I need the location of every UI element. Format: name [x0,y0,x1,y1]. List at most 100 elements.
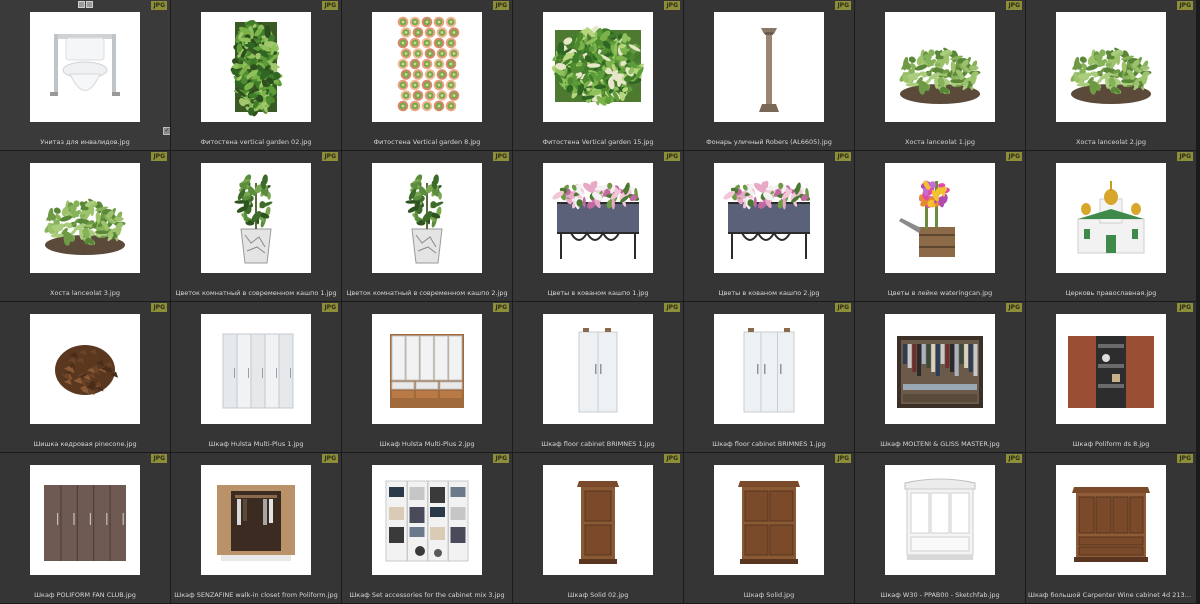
file-name-label: Хоста lanceolat 2.jpg [1076,138,1146,146]
thumbnail-cell[interactable]: JPG Шкаф Solid 02.jpg [513,453,683,603]
thumbnail-image[interactable] [543,163,653,273]
file-type-badge: JPG [151,152,167,161]
file-type-badge: JPG [664,152,680,161]
file-type-badge: JPG [151,303,167,312]
thumbnail-cell[interactable]: JPG Шкаф Hulsta Multi-Plus 1.jpg [171,302,341,452]
thumbnail-image[interactable] [372,163,482,273]
thumbnail-image[interactable] [885,12,995,122]
file-name-label: Цветы в лейке wateringcan.jpg [887,289,993,297]
street-lamp-icon [759,28,779,112]
thumbnail-cell[interactable]: JPG Хоста lanceolat 1.jpg [855,0,1025,150]
thumbnail-image[interactable] [885,314,995,424]
file-name-label: Шкаф floor cabinet BRIMNES 1.jpg [712,440,826,448]
thumbnail-cell[interactable]: JPG Цветок комнатный в современном кашпо… [171,151,341,301]
file-name-label: Цветы в кованом кашпо 2.jpg [718,289,820,297]
thumbnail-image[interactable] [714,465,824,575]
thumbnail-image[interactable] [714,314,824,424]
file-type-badge: JPG [1006,1,1022,10]
file-type-badge: JPG [1177,303,1193,312]
file-type-badge: JPG [493,152,509,161]
thumbnail-cell[interactable]: JPG Шкаф большой Carpenter Wine cabinet … [1026,453,1196,603]
file-name-label: Унитаз для инвалидов.jpg [40,138,130,146]
file-name-label: Шкаф Set accessories for the cabinet mix… [349,591,505,599]
thumbnail-cell[interactable]: JPG Шкаф floor cabinet BRIMNES 1.jpg [513,302,683,452]
thumbnail-cell[interactable]: JPG Цветы в кованом кашпо 2.jpg [684,151,854,301]
thumbnail-cell[interactable]: JPG Шкаф W30 - PPAB00 - Sketchfab.jpg [855,453,1025,603]
thumbnail-cell[interactable]: JPG Церковь православная.jpg [1026,151,1196,301]
thumbnail-image[interactable] [201,163,311,273]
file-name-label: Цветок комнатный в современном кашпо 1.j… [175,289,337,297]
thumbnail-image[interactable] [1056,12,1166,122]
file-type-badge: JPG [493,454,509,463]
hosta-plant-icon [1070,47,1152,104]
double-wood-cabinet-icon [738,481,800,564]
flower-planter-icon [552,180,640,259]
thumbnail-cell[interactable]: JPG Шкаф SENZAFINE walk-in closet from P… [171,453,341,603]
thumbnail-image[interactable] [714,12,824,122]
thumbnail-cell[interactable]: JPG Унитаз для инвалидов.jpg ✓ [0,0,170,150]
thumbnail-cell[interactable]: JPG Шкаф Solid.jpg [684,453,854,603]
thumbnail-image[interactable] [30,163,140,273]
thumbnail-cell[interactable]: JPG Шкаф floor cabinet BRIMNES 1.jpg [684,302,854,452]
thumbnail-cell[interactable]: JPG Цветы в лейке wateringcan.jpg [855,151,1025,301]
thumbnail-cell[interactable]: JPG Фонарь уличный Robers (AL6605).jpg [684,0,854,150]
thumbnail-cell[interactable]: JPG Шишка кедровая pinecone.jpg [0,302,170,452]
thumbnail-image[interactable] [201,465,311,575]
thumbnail-image[interactable] [543,12,653,122]
thumbnail-image[interactable] [885,163,995,273]
file-name-label: Фитостена vertical garden 02.jpg [200,138,312,146]
thumbnail-image[interactable] [372,12,482,122]
thumbnail-image[interactable] [201,12,311,122]
file-name-label: Фитостена Vertical garden 15.jpg [542,138,654,146]
thumbnail-image[interactable] [30,465,140,575]
file-type-badge: JPG [151,454,167,463]
thumbnail-image[interactable] [1056,314,1166,424]
file-type-badge: JPG [1006,303,1022,312]
thumbnail-cell[interactable]: JPG Фитостена Vertical garden 8.jpg [342,0,512,150]
file-name-label: Шкаф floor cabinet BRIMNES 1.jpg [541,440,655,448]
church-icon [1077,181,1145,254]
thumbnail-image[interactable] [372,314,482,424]
thumbnail-image[interactable] [30,12,140,122]
square-select-icon[interactable] [78,1,85,8]
file-type-badge: JPG [835,152,851,161]
toilet-grab-bar-icon [50,34,120,96]
thumbnail-image[interactable] [372,465,482,575]
thumbnail-cell[interactable]: JPG Цветы в кованом кашпо 1.jpg [513,151,683,301]
file-type-badge: JPG [664,454,680,463]
file-type-badge: JPG [493,303,509,312]
thumbnail-image[interactable] [1056,465,1166,575]
file-name-label: Хоста lanceolat 3.jpg [50,289,120,297]
file-type-badge: JPG [835,1,851,10]
thumbnail-image[interactable] [543,465,653,575]
thumbnail-image[interactable] [714,163,824,273]
file-name-label: Шкаф SENZAFINE walk-in closet from Polif… [174,591,338,599]
green-wall-icon [551,25,644,106]
thumbnail-image[interactable] [885,465,995,575]
thumbnail-image[interactable] [201,314,311,424]
thumbnail-cell[interactable]: JPG Фитостена vertical garden 02.jpg [171,0,341,150]
file-name-label: Хоста lanceolat 1.jpg [905,138,975,146]
file-type-badge: JPG [151,1,167,10]
thumbnail-cell[interactable]: JPG Шкаф Hulsta Multi-Plus 2.jpg [342,302,512,452]
lasso-select-icon[interactable] [86,1,93,8]
file-name-label: Фонарь уличный Robers (AL6605).jpg [706,138,832,146]
file-name-label: Шкаф W30 - PPAB00 - Sketchfab.jpg [880,591,1000,599]
file-name-label: Цветок комнатный в современном кашпо 2.j… [346,289,508,297]
thumbnail-cell[interactable]: JPG Хоста lanceolat 2.jpg [1026,0,1196,150]
thumbnail-cell[interactable]: JPG Цветок комнатный в современном кашпо… [342,151,512,301]
file-type-badge: JPG [322,303,338,312]
watering-can-flowers-icon [899,180,955,257]
file-type-badge: JPG [1006,152,1022,161]
thumbnail-image[interactable] [543,314,653,424]
check-mark-icon[interactable]: ✓ [163,127,170,135]
single-wood-cabinet-icon [577,481,619,564]
thumbnail-cell[interactable]: JPG Хоста lanceolat 3.jpg [0,151,170,301]
thumbnail-image[interactable] [1056,163,1166,273]
thumbnail-cell[interactable]: JPG Фитостена Vertical garden 15.jpg [513,0,683,150]
thumbnail-cell[interactable]: JPG Шкаф Poliform ds 8.jpg [1026,302,1196,452]
thumbnail-image[interactable] [30,314,140,424]
thumbnail-cell[interactable]: JPG Шкаф MOLTENI & GLISS MASTER.jpg [855,302,1025,452]
thumbnail-cell[interactable]: JPG Шкаф POLIFORM FAN CLUB.jpg [0,453,170,603]
thumbnail-cell[interactable]: JPG Шкаф Set accessories for the cabinet… [342,453,512,603]
